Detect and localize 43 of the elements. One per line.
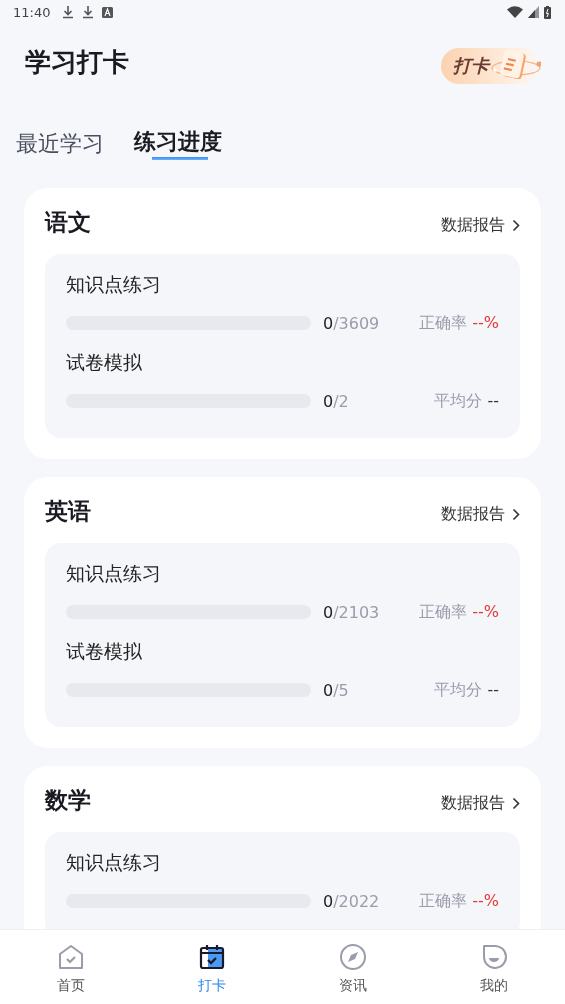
subject-title: 语文 [45, 207, 91, 237]
chevron-right-icon [512, 218, 520, 232]
stat-text: 正确率 --% [419, 312, 499, 334]
stat-text: 正确率 --% [419, 890, 499, 912]
stat-text: 平均分 -- [434, 679, 499, 701]
practice-label: 知识点练习 [66, 850, 162, 875]
wifi-icon [507, 6, 523, 18]
stat-text: 正确率 --% [419, 601, 499, 623]
tab[interactable]: 练习进度 [134, 127, 222, 161]
signal-icon [528, 6, 539, 18]
subject-title: 数学 [45, 785, 91, 815]
battery-icon [544, 5, 551, 19]
nav-tab[interactable]: 我的 [464, 939, 525, 995]
progress-count: 0/3609 [323, 313, 381, 333]
profile-icon [480, 943, 509, 971]
practice-label: 知识点练习 [66, 561, 162, 586]
subject-title: 英语 [45, 496, 91, 526]
download-icon [82, 5, 95, 19]
data-report-link[interactable]: 数据报告 [441, 503, 520, 525]
progress-count: 0/5 [323, 680, 350, 700]
practice-label: 试卷模拟 [66, 639, 143, 664]
compass-icon [339, 943, 368, 971]
tab[interactable]: 最近学习 [16, 129, 104, 159]
progress-count: 0/2022 [323, 891, 381, 911]
practice-label: 试卷模拟 [66, 350, 143, 375]
data-report-link[interactable]: 数据报告 [441, 214, 520, 236]
app-notification-icon [102, 6, 114, 18]
stat-text: 平均分 -- [434, 390, 499, 412]
progress-count: 0/2 [323, 391, 350, 411]
progress-count: 0/2103 [323, 602, 381, 622]
nav-tab[interactable]: 资讯 [323, 939, 384, 995]
chevron-right-icon [512, 507, 520, 521]
chevron-right-icon [512, 796, 520, 810]
status-time: 11:40 [13, 4, 51, 20]
nav-tab[interactable]: 打卡 [181, 939, 242, 995]
calendar-check-icon [197, 943, 226, 971]
nav-tab[interactable]: 首页 [40, 939, 101, 995]
data-report-link[interactable]: 数据报告 [441, 792, 520, 814]
page-title: 学习打卡 [25, 45, 129, 79]
home-icon [56, 943, 85, 971]
check-in-badge[interactable]: 打卡 [441, 48, 541, 84]
practice-label: 知识点练习 [66, 272, 162, 297]
download-icon [62, 5, 75, 19]
